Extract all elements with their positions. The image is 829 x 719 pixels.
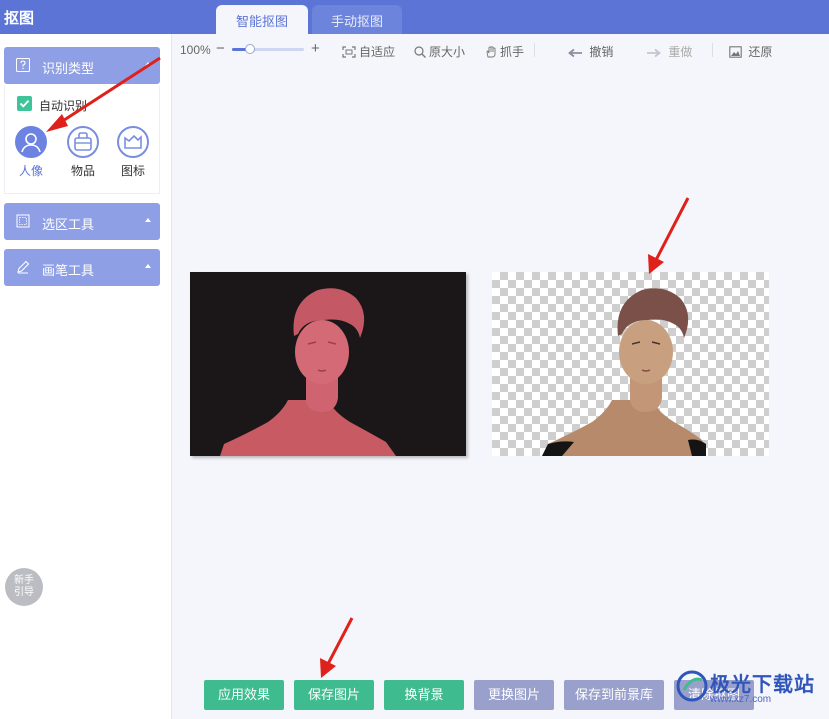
collapse-caret-icon: [145, 62, 151, 66]
redo-button[interactable]: 重做: [646, 43, 692, 60]
picture-icon: [729, 46, 742, 58]
apply-effect-button[interactable]: 应用效果: [204, 680, 284, 710]
change-background-button[interactable]: 换背景: [384, 680, 464, 710]
redo-arrow-icon: [647, 48, 661, 58]
recognition-type-label: 识别类型: [42, 61, 95, 76]
tab-manual-cutout[interactable]: 手动抠图: [312, 5, 402, 34]
type-portrait-label: 人像: [18, 164, 43, 178]
save-image-button[interactable]: 保存图片: [294, 680, 374, 710]
selection-tool-label: 选区工具: [42, 217, 95, 232]
selection-tool-header[interactable]: 选区工具: [4, 203, 160, 240]
undo-button[interactable]: 撤销: [567, 43, 613, 60]
site-watermark: 极光下载站 www.xz7.com: [676, 664, 826, 714]
watermark-text: 极光下载站: [710, 674, 815, 696]
toolbar-divider: [534, 43, 535, 57]
auto-recognize-label: 自动识别: [39, 99, 88, 113]
image-icon: [117, 126, 149, 158]
cutout-result-preview: [492, 272, 769, 456]
fit-icon: [342, 46, 356, 58]
question-box-icon: [16, 58, 30, 72]
fit-label: 自适应: [359, 45, 396, 59]
portrait-highlighted-image: [190, 272, 466, 456]
type-object[interactable]: 物品: [61, 126, 105, 179]
watermark-url: www.xz7.com: [710, 694, 772, 705]
original-size-button[interactable]: 原大小: [414, 43, 465, 60]
top-bar: 抠图 智能抠图 手动抠图: [0, 0, 829, 34]
toolbar-divider: [712, 43, 713, 57]
type-icon-label: 图标: [120, 164, 145, 178]
replace-image-button[interactable]: 更换图片: [474, 680, 554, 710]
restore-button[interactable]: 还原: [729, 43, 772, 60]
pencil-icon: [17, 260, 30, 274]
brush-tool-header[interactable]: 画笔工具: [4, 249, 160, 286]
redo-label: 重做: [668, 45, 693, 59]
fit-button[interactable]: 自适应: [342, 43, 395, 60]
type-object-label: 物品: [70, 164, 95, 178]
bag-icon: [67, 126, 99, 158]
portrait-cutout-image: [542, 288, 706, 456]
grab-label: 抓手: [500, 45, 525, 59]
canvas-area[interactable]: [172, 64, 829, 719]
expand-caret-icon: [145, 218, 151, 222]
original-size-label: 原大小: [429, 45, 466, 59]
hand-icon: [486, 46, 496, 58]
watermark-logo-icon: [676, 670, 708, 702]
recognition-type-header[interactable]: 识别类型: [4, 47, 160, 84]
zoom-level-text: 100%: [180, 43, 211, 57]
sidebar: 识别类型 自动识别 人像 物品 图标 选区工具 画笔工具: [0, 34, 172, 719]
type-icon[interactable]: 图标: [111, 126, 155, 179]
zoom-slider-thumb[interactable]: [245, 44, 255, 54]
selection-icon: [16, 214, 30, 228]
zoom-slider[interactable]: [232, 44, 304, 54]
zoom-in-icon[interactable]: +: [311, 40, 320, 57]
guide-line-1: 新手: [14, 575, 34, 586]
save-to-foreground-button[interactable]: 保存到前景库: [564, 680, 664, 710]
expand-caret-icon: [145, 264, 151, 268]
beginner-guide-button[interactable]: 新手 引导: [5, 568, 43, 606]
undo-label: 撤销: [589, 45, 614, 59]
app-title: 抠图: [4, 10, 35, 27]
type-portrait[interactable]: 人像: [9, 126, 53, 179]
auto-recognize-checkbox[interactable]: [17, 96, 32, 111]
undo-arrow-icon: [568, 48, 582, 58]
zoom-out-icon[interactable]: −: [216, 40, 225, 57]
grab-button[interactable]: 抓手: [485, 43, 524, 60]
toolbar: 100% − + 自适应 原大小 抓手 撤销 重做 还原: [172, 34, 829, 64]
tab-smart-cutout[interactable]: 智能抠图: [216, 5, 308, 34]
restore-label: 还原: [748, 45, 773, 59]
person-icon: [15, 126, 47, 158]
recognition-panel: 自动识别 人像 物品 图标: [4, 86, 160, 194]
check-icon: [19, 100, 30, 108]
guide-line-2: 引导: [14, 587, 34, 598]
magnifier-icon: [414, 46, 426, 58]
original-image-preview: [190, 272, 466, 456]
brush-tool-label: 画笔工具: [42, 263, 95, 278]
